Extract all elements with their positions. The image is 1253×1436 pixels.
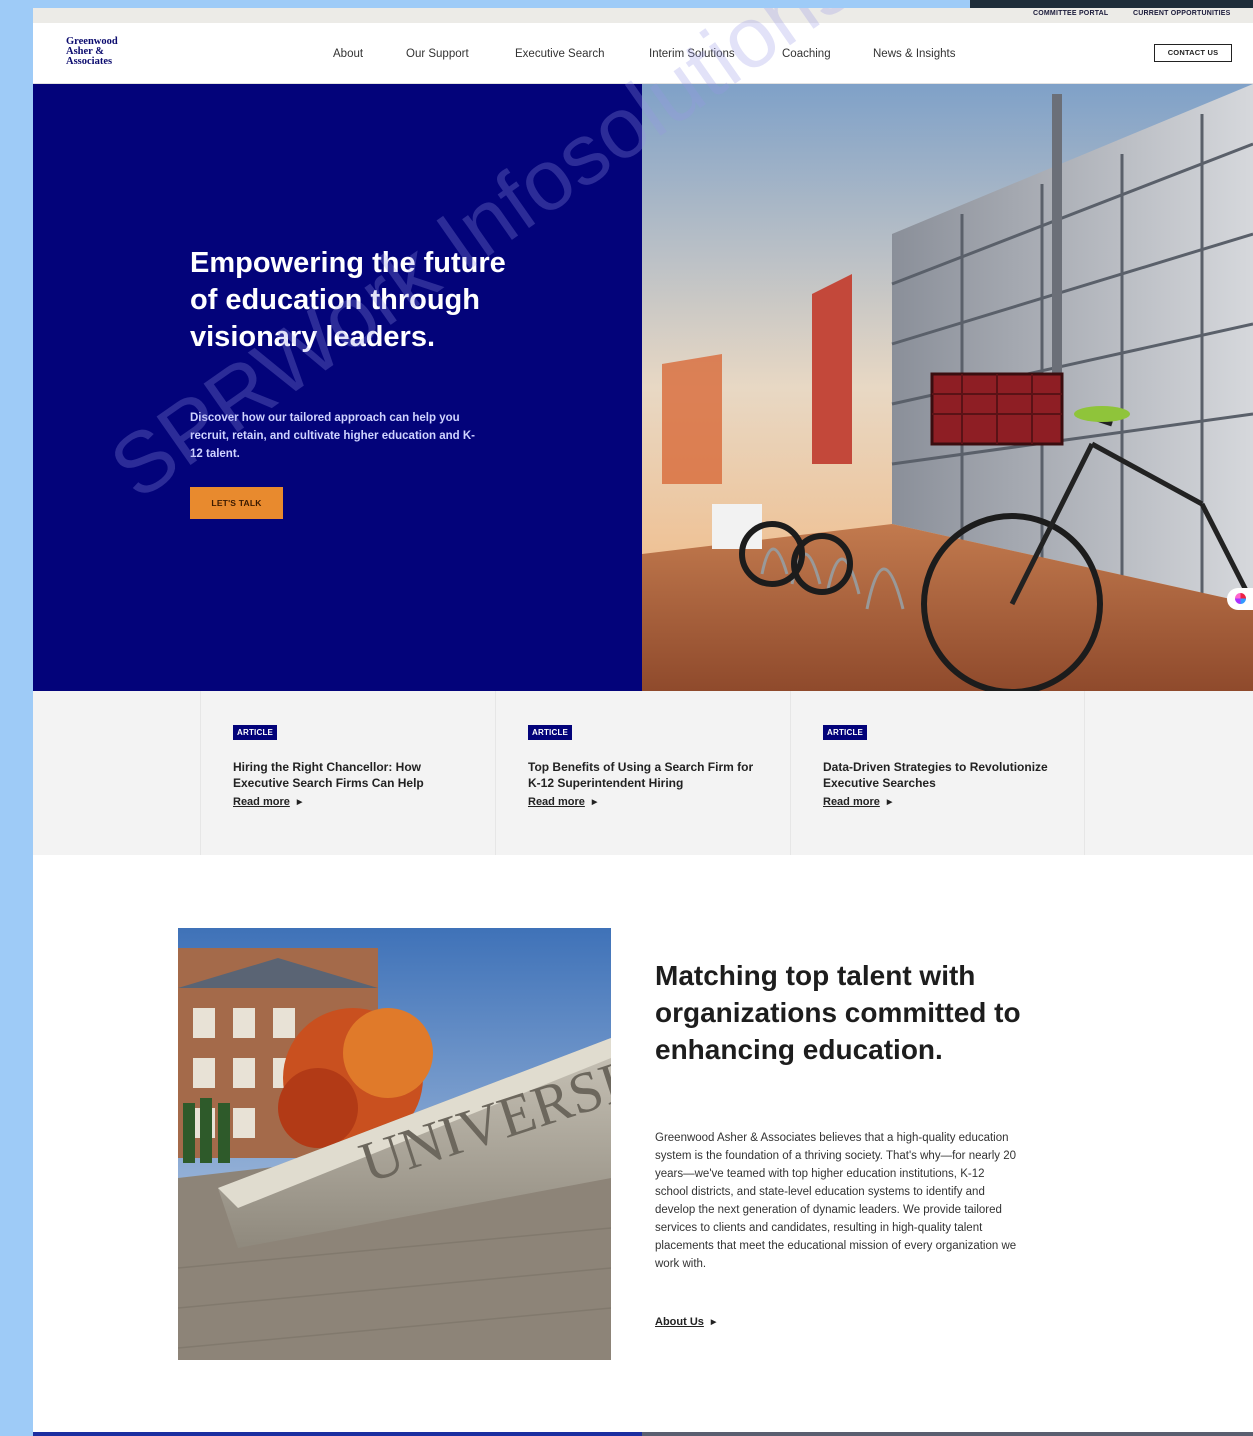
article-title[interactable]: Data-Driven Strategies to Revolutionize … [823, 760, 1053, 791]
articles-strip: ARTICLE Hiring the Right Chancellor: How… [33, 691, 1253, 855]
nav-our-support[interactable]: Our Support [406, 48, 469, 60]
article-card[interactable]: ARTICLE Data-Driven Strategies to Revolu… [790, 691, 1085, 855]
article-card[interactable]: ARTICLE Hiring the Right Chancellor: How… [200, 691, 495, 855]
about-image: UNIVERSITY [178, 928, 611, 1360]
site-header: Greenwood Asher & Associates About Our S… [33, 23, 1253, 84]
caret-right-icon: ▶ [886, 799, 893, 806]
read-more-link[interactable]: Read more ▶ [233, 796, 302, 808]
article-badge: ARTICLE [528, 725, 573, 740]
next-section-edge [33, 1432, 642, 1436]
nav-interim-solutions[interactable]: Interim Solutions [649, 48, 735, 60]
site-logo[interactable]: Greenwood Asher & Associates [66, 36, 118, 67]
caret-right-icon: ▶ [591, 799, 598, 806]
next-section-edge [642, 1432, 1253, 1436]
current-opportunities-link[interactable]: CURRENT OPPORTUNITIES [1133, 10, 1231, 17]
top-dark-strip [970, 0, 1253, 8]
bicycles-campus-icon [642, 84, 1253, 691]
about-title: Matching top talent with organizations c… [655, 960, 1021, 1065]
article-badge: ARTICLE [823, 725, 868, 740]
floating-widget-button[interactable] [1227, 588, 1253, 610]
article-badge: ARTICLE [233, 725, 278, 740]
utility-bar: COMMITTEE PORTAL CURRENT OPPORTUNITIES [33, 8, 1253, 23]
read-more-label: Read more [528, 796, 585, 808]
about-us-label: About Us [655, 1316, 704, 1328]
logo-line: Associates [66, 56, 113, 67]
lets-talk-button[interactable]: LET'S TALK [190, 487, 283, 519]
about-body: Greenwood Asher & Associates believes th… [655, 1132, 1017, 1270]
nav-news-insights[interactable]: News & Insights [873, 48, 955, 60]
read-more-link[interactable]: Read more ▶ [528, 796, 597, 808]
nav-coaching[interactable]: Coaching [782, 48, 831, 60]
nav-executive-search[interactable]: Executive Search [515, 48, 605, 60]
about-us-link[interactable]: About Us ▶ [655, 1316, 716, 1328]
read-more-label: Read more [823, 796, 880, 808]
hero-subtitle: Discover how our tailored approach can h… [190, 412, 475, 460]
caret-right-icon: ▶ [296, 799, 303, 806]
hero-panel: Empowering the future of education throu… [33, 84, 642, 691]
article-title[interactable]: Hiring the Right Chancellor: How Executi… [233, 760, 463, 791]
hero-title: Empowering the future of education throu… [190, 247, 506, 353]
browser-page: COMMITTEE PORTAL CURRENT OPPORTUNITIES G… [33, 8, 1253, 1436]
committee-portal-link[interactable]: COMMITTEE PORTAL [1033, 10, 1108, 17]
read-more-link[interactable]: Read more ▶ [823, 796, 892, 808]
widget-icon [1235, 593, 1246, 604]
article-card[interactable]: ARTICLE Top Benefits of Using a Search F… [495, 691, 790, 855]
nav-about[interactable]: About [333, 48, 363, 60]
read-more-label: Read more [233, 796, 290, 808]
caret-right-icon: ▶ [710, 1319, 717, 1326]
hero-image [642, 84, 1253, 691]
contact-us-button[interactable]: CONTACT US [1154, 44, 1232, 62]
article-title[interactable]: Top Benefits of Using a Search Firm for … [528, 760, 758, 791]
university-sign-icon: UNIVERSITY [178, 928, 611, 1360]
